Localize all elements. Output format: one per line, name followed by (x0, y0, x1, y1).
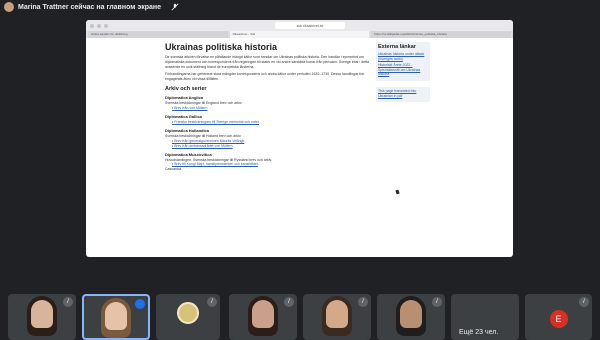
browser-tab[interactable]: Andra kanaler för utbildning (88, 31, 228, 38)
group-title: Diplomatica Hollandica (165, 127, 210, 133)
shared-screen: sok.riksarkivet.se Andra kanaler för utb… (86, 20, 513, 257)
participant-tile[interactable]: E / (525, 294, 592, 340)
participant-tile-presenter[interactable] (82, 294, 150, 340)
presenter-bar: Marina Trattner сейчас на главном экране (0, 0, 600, 14)
presenter-status-text: Marina Trattner сейчас на главном экране (18, 3, 162, 11)
group-title: Diplomatica Gallica (165, 113, 202, 119)
participant-face (105, 302, 127, 330)
section-title: Arkiv och serier (165, 85, 207, 92)
participant-face (400, 300, 422, 328)
group-title: Diplomatica Anglica (165, 94, 204, 100)
external-link[interactable]: Historiskt Årets 2022 - Specialavsnitt o… (378, 63, 428, 77)
page-content: Ukrainas politiska historia De svenska a… (86, 38, 513, 257)
browser-tab[interactable]: https://sv.wikipedia.org/wiki/Ukrainas_p… (371, 31, 512, 38)
participant-face (31, 300, 53, 328)
participant-tile[interactable]: / (8, 294, 76, 340)
avatar: E (549, 310, 568, 328)
translation-box: This page translated into Ukrainian in p… (376, 86, 430, 103)
browser-toolbar: sok.riksarkivet.se (86, 20, 513, 31)
archive-link[interactable]: Brev från ambassadrådet von Müllern (172, 144, 375, 149)
participant-emblem-icon (177, 302, 199, 324)
more-participants-tile[interactable]: Ещё 23 чел. (451, 294, 519, 340)
translation-link[interactable]: This page translated into Ukrainian in p… (378, 89, 428, 98)
window-close-icon[interactable] (90, 23, 94, 28)
archive-link[interactable]: Franska beskickningars till Sverige memo… (172, 120, 375, 125)
mic-off-icon: / (63, 297, 73, 307)
more-participants-label: Ещё 23 чел. (459, 329, 499, 336)
archive-link[interactable]: Brev från von Müllern (172, 106, 375, 111)
browser-tab-active[interactable]: Riksarkivet - Sök (229, 31, 370, 38)
second-paragraph: Förhandlingarna har genererat stora mäng… (165, 72, 365, 82)
participant-tile[interactable]: / (229, 294, 297, 340)
group-title: Diplomatica Muscovitica (165, 151, 212, 157)
mic-off-icon: / (579, 297, 589, 307)
page-title: Ukrainas politiska historia (165, 42, 278, 52)
tab-strip: Andra kanaler för utbildning Riksarkivet… (86, 31, 513, 38)
mic-off-icon: / (284, 297, 294, 307)
mic-off-icon: / (432, 297, 442, 307)
speaking-indicator-icon (135, 299, 145, 309)
external-link[interactable]: Ukrainas historia under attack (Sveriges… (378, 52, 428, 61)
article-main: Ukrainas politiska historia De svenska a… (165, 38, 375, 257)
participant-strip: / / / / / Ещё 23 чел. E / (0, 294, 600, 340)
sidebar-title: Externa länkar (378, 44, 416, 50)
mic-off-icon: / (358, 297, 368, 307)
footer-text: Cassanica (165, 167, 182, 172)
window-maximize-icon[interactable] (104, 23, 108, 28)
window-minimize-icon[interactable] (97, 23, 101, 28)
mic-off-icon (171, 3, 179, 11)
participant-tile[interactable]: / (377, 294, 445, 340)
external-links-box: Externa länkar Ukrainas historia under a… (376, 42, 430, 81)
participant-face (326, 300, 348, 328)
participant-face (252, 300, 274, 328)
presenter-avatar (4, 2, 14, 12)
participant-tile[interactable]: / (303, 294, 371, 340)
intro-paragraph: De svenska arkiven förvaltar en påfallan… (165, 55, 370, 69)
address-bar[interactable]: sok.riksarkivet.se (275, 22, 345, 29)
mic-off-icon: / (207, 297, 217, 307)
participant-tile[interactable]: / (156, 294, 220, 340)
external-links-sidebar: Externa länkar Ukrainas historia under a… (376, 42, 430, 103)
